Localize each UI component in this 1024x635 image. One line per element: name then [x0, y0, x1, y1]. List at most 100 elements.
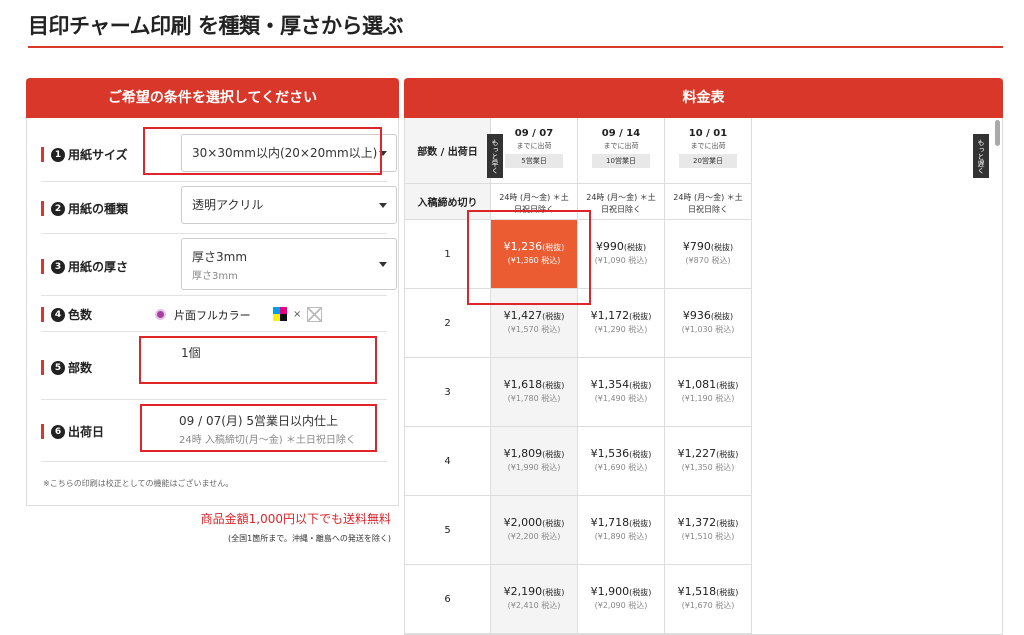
option-row-type: 2 用紙の種類 透明アクリル [41, 182, 397, 234]
price-cell[interactable]: ¥790(税抜) (¥870 税込) [665, 220, 752, 289]
number-1-icon: 1 [51, 147, 65, 162]
price-main: ¥1,427(税抜) [491, 309, 577, 322]
price-value: ¥1,354 [590, 378, 630, 391]
quantity-label: 5 [405, 496, 491, 565]
price-tax-included: (¥1,780 税込) [507, 394, 561, 403]
option-label-text: 出荷日 [68, 425, 105, 439]
price-tax-included: (¥1,890 税込) [594, 532, 648, 541]
price-tax-included: (¥2,090 税込) [594, 601, 648, 610]
tax-excluded-label: (税抜) [629, 381, 652, 390]
price-main: ¥1,372(税抜) [665, 516, 751, 529]
price-tax-included: (¥1,690 税込) [594, 463, 648, 472]
number-3-icon: 3 [51, 259, 65, 274]
price-cell[interactable]: ¥1,900(税抜) (¥2,090 税込) [578, 565, 665, 634]
scrollbar[interactable] [995, 120, 1000, 146]
price-tax-included: (¥1,190 税込) [681, 394, 735, 403]
tax-excluded-label: (税抜) [542, 381, 565, 390]
date-column-2[interactable]: 09 / 14 までに出荷 10営業日 [578, 118, 665, 184]
label-accent-bar [41, 201, 44, 216]
no-color-icon [307, 307, 322, 322]
date-column-3[interactable]: 10 / 01 までに出荷 20営業日 [665, 118, 752, 184]
options-panel: ご希望の条件を選択してください 1 用紙サイズ 30×30mm以内(20×20m… [26, 78, 399, 506]
price-cell[interactable]: ¥1,809(税抜) (¥1,990 税込) [491, 427, 578, 496]
price-value: ¥2,190 [503, 585, 543, 598]
thickness-select-value: 厚さ3mm [192, 250, 248, 264]
price-value: ¥2,000 [503, 516, 543, 529]
price-main: ¥1,536(税抜) [578, 447, 664, 460]
tax-excluded-label: (税抜) [542, 312, 565, 321]
price-main: ¥1,354(税抜) [578, 378, 664, 391]
earlier-button[interactable]: もっと早く [487, 134, 503, 178]
later-button[interactable]: もっと遅く [973, 134, 989, 178]
price-main: ¥1,809(税抜) [491, 447, 577, 460]
options-header: ご希望の条件を選択してください [26, 78, 399, 118]
date-text: 09 / 14 [601, 128, 641, 139]
price-cell[interactable]: ¥2,190(税抜) (¥2,410 税込) [491, 565, 578, 634]
price-cell[interactable]: ¥1,172(税抜) (¥1,290 税込) [578, 289, 665, 358]
price-cell[interactable]: ¥1,081(税抜) (¥1,190 税込) [665, 358, 752, 427]
tax-excluded-label: (税抜) [629, 450, 652, 459]
price-cell[interactable]: ¥1,618(税抜) (¥1,780 税込) [491, 358, 578, 427]
price-value: ¥1,900 [590, 585, 630, 598]
proof-note: ※こちらの印刷は校正としての機能はございません。 [43, 479, 234, 488]
option-label-type: 2 用紙の種類 [41, 200, 128, 217]
tax-excluded-label: (税抜) [542, 519, 565, 528]
business-days-badge: 20営業日 [679, 154, 737, 168]
tax-excluded-label: (税抜) [716, 450, 739, 459]
highlight-frame [140, 404, 377, 452]
tax-excluded-label: (税抜) [716, 588, 739, 597]
price-cell[interactable]: ¥990(税抜) (¥1,090 税込) [578, 220, 665, 289]
tax-excluded-label: (税抜) [710, 243, 734, 252]
price-tax-included: (¥2,410 税込) [507, 601, 561, 610]
business-days-badge: 10営業日 [592, 154, 650, 168]
price-cell[interactable]: ¥1,518(税抜) (¥1,670 税込) [665, 565, 752, 634]
price-tax-included: (¥1,670 税込) [681, 601, 735, 610]
full-color-label: 片面フルカラー [174, 309, 251, 322]
highlight-frame [143, 127, 382, 175]
price-cell[interactable]: ¥1,372(税抜) (¥1,510 税込) [665, 496, 752, 565]
price-value: ¥790 [682, 240, 711, 253]
price-value: ¥1,372 [677, 516, 717, 529]
price-main: ¥1,618(税抜) [491, 378, 577, 391]
label-accent-bar [41, 360, 44, 375]
date-sub: までに出荷 [603, 142, 639, 150]
option-label-thickness: 3 用紙の厚さ [41, 258, 128, 275]
thickness-select-sub: 厚さ3mm [192, 271, 238, 282]
tax-excluded-label: (税抜) [716, 381, 739, 390]
number-6-icon: 6 [51, 424, 65, 439]
type-select-value: 透明アクリル [192, 198, 264, 212]
tax-excluded-label: (税抜) [629, 519, 652, 528]
option-label-text: 部数 [68, 361, 93, 375]
title-rule [28, 46, 1003, 48]
chevron-down-icon [379, 203, 387, 208]
price-tax-included: (¥1,030 税込) [681, 325, 735, 334]
price-cell[interactable]: ¥936(税抜) (¥1,030 税込) [665, 289, 752, 358]
price-main: ¥936(税抜) [665, 309, 751, 322]
price-cell[interactable]: ¥2,000(税抜) (¥2,200 税込) [491, 496, 578, 565]
price-main: ¥1,518(税抜) [665, 585, 751, 598]
highlight-frame [139, 336, 377, 384]
thickness-select[interactable]: 厚さ3mm 厚さ3mm [181, 238, 397, 290]
price-main: ¥790(税抜) [665, 240, 751, 253]
label-accent-bar [41, 259, 44, 274]
business-days-badge: 5営業日 [505, 154, 563, 168]
type-select[interactable]: 透明アクリル [181, 186, 397, 224]
price-cell[interactable]: ¥1,718(税抜) (¥1,890 税込) [578, 496, 665, 565]
option-label-text: 色数 [68, 308, 93, 322]
price-cell[interactable]: ¥1,227(税抜) (¥1,350 税込) [665, 427, 752, 496]
price-tax-included: (¥1,290 税込) [594, 325, 648, 334]
full-color-radio[interactable] [155, 309, 166, 320]
price-value: ¥1,518 [677, 585, 717, 598]
price-tax-included: (¥870 税込) [685, 256, 731, 265]
price-cell[interactable]: ¥1,536(税抜) (¥1,690 税込) [578, 427, 665, 496]
price-table-panel: 料金表 部数 / 出荷日 09 / 07 までに出荷 5営業日 09 / 14 … [404, 78, 1003, 635]
tax-excluded-label: (税抜) [542, 450, 565, 459]
tax-excluded-label: (税抜) [542, 588, 565, 597]
date-text: 09 / 07 [514, 128, 554, 139]
option-label-quantity: 5 部数 [41, 359, 92, 376]
price-cell[interactable]: ¥1,354(税抜) (¥1,490 税込) [578, 358, 665, 427]
times-mark: × [293, 309, 302, 320]
date-column-1[interactable]: 09 / 07 までに出荷 5営業日 [491, 118, 578, 184]
option-label-size: 1 用紙サイズ [41, 146, 128, 163]
label-accent-bar [41, 147, 44, 162]
